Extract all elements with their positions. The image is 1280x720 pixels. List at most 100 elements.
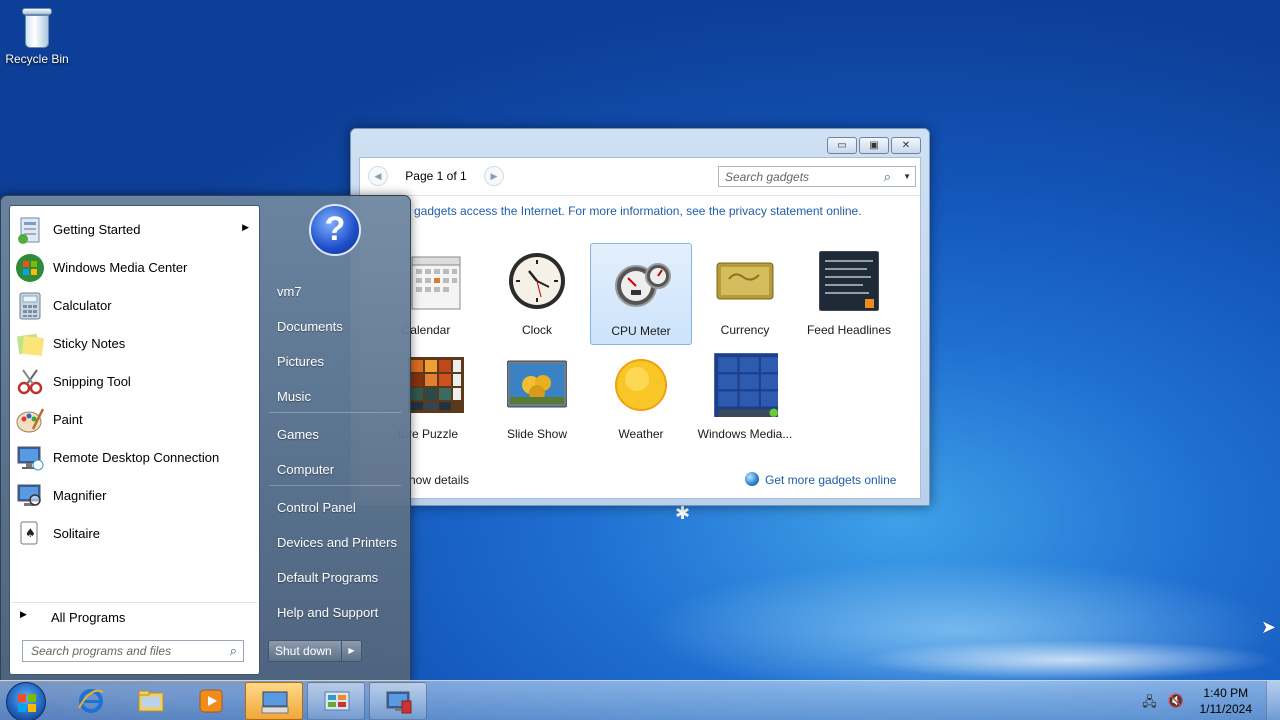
show-details-toggle[interactable]: how details [409,473,469,487]
recycle-bin-icon [20,6,54,50]
svg-text:♠: ♠ [25,526,36,540]
network-icon[interactable]: 🖧 [1142,693,1158,709]
wallpaper-glow-highlight [860,640,1280,680]
snipping-tool-icon [17,369,43,395]
program-getting-started[interactable]: Getting Started ▶ [12,212,257,248]
gadget-clock[interactable]: Clock [486,243,588,345]
control-panel-icon [324,691,350,711]
right-item-control-panel[interactable]: Control Panel [269,493,403,523]
shutdown-button[interactable]: Shut down [268,640,342,662]
shutdown-group: Shut down ▶ [268,640,362,662]
sparkle-icon: ✱ [675,503,691,523]
right-item-pictures[interactable]: Pictures [269,347,403,377]
right-item-documents[interactable]: Documents [269,312,403,342]
program-label: Paint [53,412,83,427]
mouse-cursor-icon: ➤ [1261,617,1277,637]
search-gadgets-placeholder: Search gadgets [725,170,810,184]
program-paint[interactable]: Paint [12,402,257,438]
taskbar-on-screen-keyboard[interactable] [245,682,303,720]
cpu-meter-icon [615,263,671,307]
program-label: Snipping Tool [53,374,131,389]
gadget-windows-media-center[interactable]: Windows Media... [694,347,796,449]
search-programs-input[interactable]: Search programs and files ⌕ [22,640,244,662]
taskbar-control-panel[interactable] [307,682,365,720]
right-item-music[interactable]: Music [269,382,403,412]
right-item-default-programs[interactable]: Default Programs [269,563,403,593]
desktop-icon-recycle-bin[interactable]: Recycle Bin [4,6,70,66]
program-solitaire[interactable]: ♠ Solitaire [12,516,257,552]
program-remote-desktop-connection[interactable]: Remote Desktop Connection [12,440,257,476]
calendar-icon [411,256,461,310]
right-item-games[interactable]: Games [269,420,403,450]
gadget-cpu-meter[interactable]: CPU Meter [590,243,692,345]
system-tray: 🖧 🔇 1:40 PM 1/11/2024 [1142,682,1253,720]
gadget-currency[interactable]: Currency [694,243,796,345]
privacy-info-link[interactable]: gadgets access the Internet. For more in… [414,204,862,218]
program-label: Calculator [53,298,112,313]
taskbar-windows-explorer[interactable] [122,682,180,720]
currency-icon [716,262,774,300]
start-button[interactable] [6,682,46,720]
clock[interactable]: 1:40 PM 1/11/2024 [1200,685,1253,717]
all-programs-button[interactable]: ▶ All Programs [12,602,257,628]
globe-icon [745,472,759,486]
remote-desktop-icon [386,691,412,714]
page-indicator: Page 1 of 1 [405,169,467,183]
program-label: Getting Started [53,222,141,237]
start-menu-programs-pane: Getting Started ▶ Windows Media Center C… [9,205,260,675]
right-item-help-support[interactable]: Help and Support [269,598,403,628]
gadget-label: Currency [720,323,770,337]
pager: ◀ Page 1 of 1 ▶ [368,166,504,186]
gadget-slide-show[interactable]: Slide Show [486,347,588,449]
windows-media-center-icon [16,254,44,282]
paint-icon [16,408,45,433]
desktop-icon-label: Recycle Bin [5,52,69,66]
right-item-computer[interactable]: Computer [269,455,403,485]
shutdown-options-button[interactable]: ▶ [342,640,362,662]
right-item-devices-printers[interactable]: Devices and Printers [269,528,403,558]
help-user-picture-icon: ? [309,204,361,256]
search-icon[interactable]: ⌕ [884,169,891,185]
picture-puzzle-icon [408,357,464,413]
program-label: Remote Desktop Connection [53,450,220,465]
search-gadgets-input[interactable]: Search gadgets ⌕ ▼ [718,166,916,187]
magnifier-icon [17,484,41,506]
gadget-feed-headlines[interactable]: Feed Headlines [798,243,900,345]
remote-desktop-icon [17,446,44,471]
feed-headlines-icon [819,251,879,311]
getting-started-icon [18,217,40,244]
folder-icon [138,690,164,712]
prev-page-button[interactable]: ◀ [368,166,388,186]
maximize-button[interactable]: ▣ [859,137,889,154]
next-page-button[interactable]: ▶ [484,166,504,186]
gadget-gallery-window: ▭ ▣ ✕ ◀ Page 1 of 1 ▶ Search gadgets ⌕ ▼… [350,128,930,506]
taskbar-remote-desktop[interactable] [369,682,427,720]
taskbar-media-player[interactable] [182,682,240,720]
search-icon[interactable]: ⌕ [230,643,237,659]
gadget-label: Feed Headlines [806,323,892,337]
gadget-label: Slide Show [506,427,568,441]
program-snipping-tool[interactable]: Snipping Tool [12,364,257,400]
program-windows-media-center[interactable]: Windows Media Center [12,250,257,286]
program-calculator[interactable]: Calculator [12,288,257,324]
gadget-weather[interactable]: Weather [590,347,692,449]
gadget-label: Clock [521,323,552,337]
minimize-button[interactable]: ▭ [827,137,857,154]
get-more-gadgets-link[interactable]: Get more gadgets online [745,472,896,487]
start-menu-right-pane: ? vm7 Documents Pictures Music Games Com… [261,196,411,676]
windows-logo-icon [18,694,36,712]
gadget-toolbar: ◀ Page 1 of 1 ▶ Search gadgets ⌕ ▼ [360,158,920,196]
chevron-down-icon[interactable]: ▼ [903,172,911,181]
all-programs-label: All Programs [51,610,126,625]
close-button[interactable]: ✕ [891,137,921,154]
windows-media-center-icon [714,353,778,417]
volume-muted-icon[interactable]: 🔇 [1168,693,1184,709]
taskbar-internet-explorer[interactable] [62,682,120,720]
calculator-icon [19,292,41,320]
weather-icon [615,359,667,411]
program-magnifier[interactable]: Magnifier [12,478,257,514]
clock-icon [509,253,565,309]
program-sticky-notes[interactable]: Sticky Notes [12,326,257,362]
show-desktop-button[interactable] [1266,681,1280,720]
right-item-user[interactable]: vm7 [269,277,403,307]
